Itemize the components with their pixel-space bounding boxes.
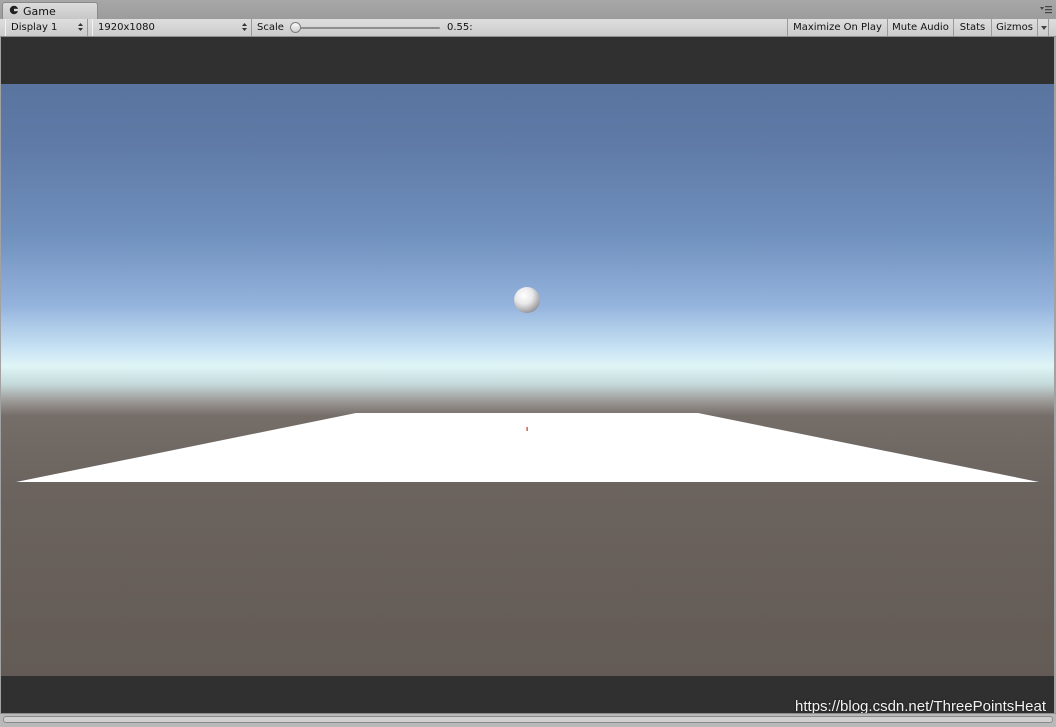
red-marker — [526, 427, 528, 431]
sphere-object — [514, 287, 540, 313]
game-controller-icon — [9, 5, 19, 15]
maximize-on-play-button[interactable]: Maximize On Play — [787, 19, 887, 36]
scale-slider-thumb[interactable] — [290, 22, 301, 33]
scale-value: 0.55: — [447, 22, 473, 33]
game-tab[interactable]: Game — [2, 2, 98, 20]
mute-audio-button[interactable]: Mute Audio — [887, 19, 953, 36]
tab-options-menu-icon[interactable] — [1040, 5, 1052, 15]
scene-render — [1, 287, 1054, 676]
stats-button[interactable]: Stats — [953, 19, 991, 36]
scale-label: Scale — [257, 22, 284, 33]
display-dropdown-value: Display 1 — [11, 22, 58, 33]
scale-slider-track[interactable] — [296, 27, 440, 29]
horizontal-scrollbar[interactable] — [3, 716, 1053, 723]
game-tab-label: Game — [23, 5, 56, 18]
resolution-dropdown[interactable]: 1920x1080 — [92, 19, 252, 36]
chevron-down-icon — [1041, 26, 1047, 30]
gizmos-button[interactable]: Gizmos — [991, 19, 1037, 36]
dropdown-arrows-icon — [78, 23, 83, 31]
resolution-dropdown-value: 1920x1080 — [98, 22, 155, 33]
display-dropdown[interactable]: Display 1 — [5, 19, 88, 36]
window-tab-bar: Game — [0, 0, 1056, 20]
game-viewport[interactable] — [1, 84, 1054, 676]
dropdown-arrows-icon — [242, 23, 247, 31]
game-view-toolbar: Display 1 1920x1080 Scale 0.55: Maximize… — [0, 19, 1056, 37]
gizmos-dropdown-button[interactable] — [1037, 19, 1049, 36]
